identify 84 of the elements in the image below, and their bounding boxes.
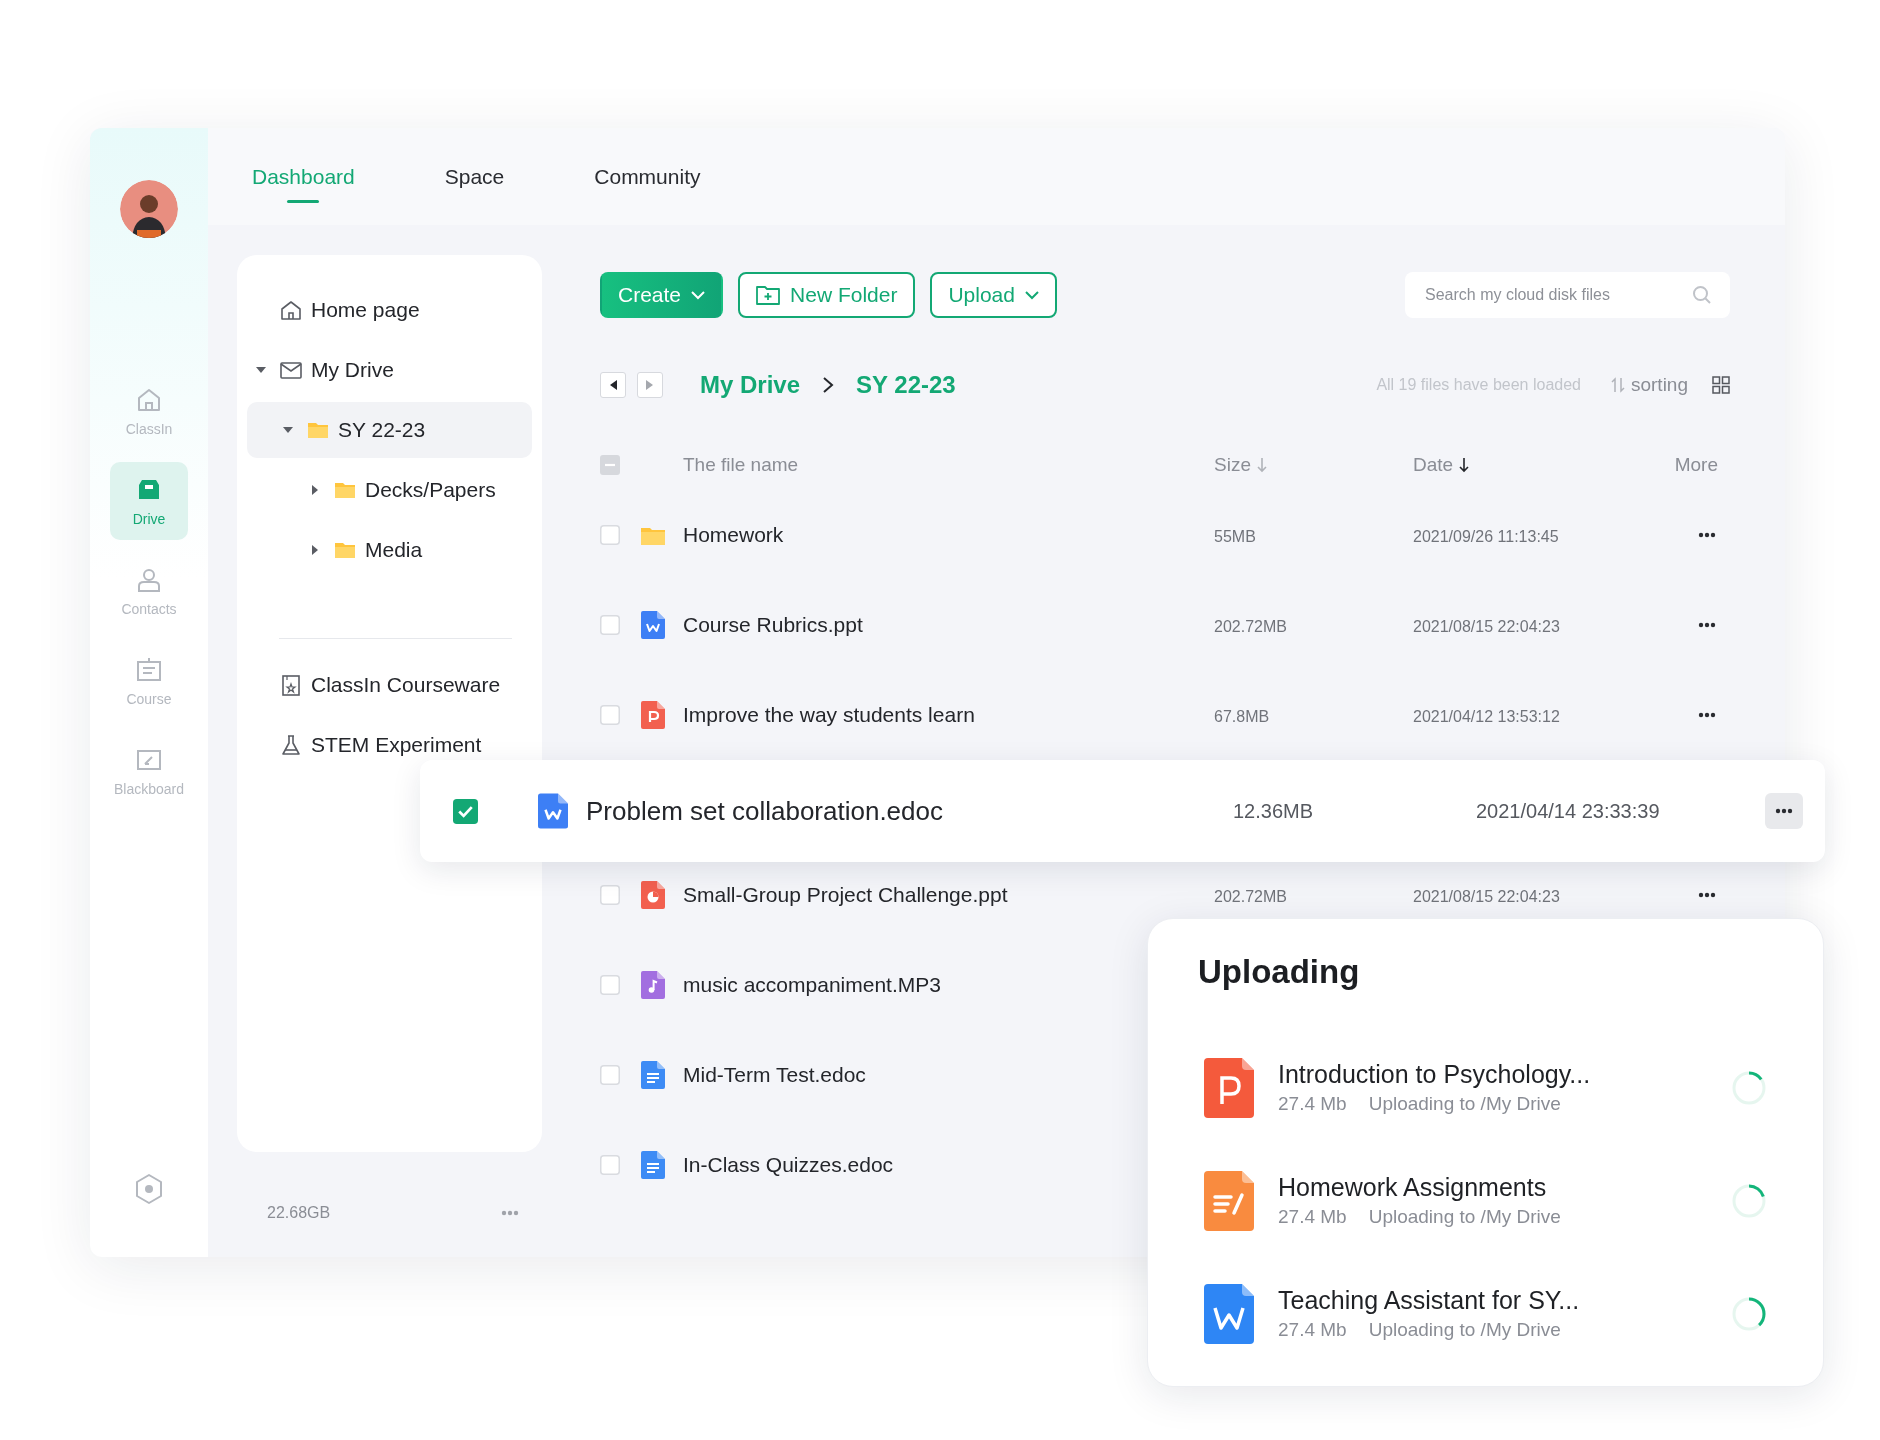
tree-item[interactable]: Media	[247, 520, 532, 580]
upload-destination: Uploading to /My Drive	[1368, 1206, 1561, 1228]
checkbox[interactable]	[600, 705, 620, 725]
upload-file-name: Introduction to Psychology...	[1278, 1060, 1592, 1089]
text-file-icon	[641, 1061, 665, 1089]
grid-view-icon[interactable]	[1712, 376, 1730, 394]
folder-plus-icon	[756, 285, 781, 305]
notes-file-icon	[1204, 1170, 1254, 1231]
chevron-down-icon	[1024, 290, 1039, 300]
slides-icon	[1204, 1057, 1254, 1118]
triangle-right-icon	[645, 379, 655, 391]
upload-destination: Uploading to /My Drive	[1368, 1319, 1561, 1341]
file-name[interactable]: In-Class Quizzes.edoc	[683, 1153, 894, 1177]
more-icon	[1775, 808, 1793, 814]
avatar[interactable]	[120, 180, 178, 238]
document-icon	[538, 793, 568, 829]
tree-item[interactable]: SY 22-23	[247, 402, 532, 458]
upload-file-name: Homework Assignments	[1278, 1173, 1548, 1202]
text-file-icon	[641, 1151, 665, 1179]
more-icon[interactable]	[1698, 892, 1716, 898]
flask-icon	[279, 734, 303, 756]
progress-ring	[1731, 1295, 1767, 1332]
file-name[interactable]: music accompaniment.MP3	[683, 973, 941, 997]
checkbox[interactable]	[600, 525, 620, 545]
book-icon	[279, 674, 303, 696]
file-size: 55MB	[1214, 528, 1256, 545]
more-icon[interactable]	[1698, 712, 1716, 718]
progress-ring	[1731, 1182, 1767, 1219]
settings-icon[interactable]	[134, 1173, 164, 1205]
tab[interactable]: Community	[594, 154, 701, 199]
pie-chart-file-icon	[641, 881, 665, 909]
file-size: 12.36MB	[1233, 799, 1314, 822]
more-button[interactable]	[1765, 793, 1803, 829]
slides-icon	[641, 701, 665, 729]
sort-icon[interactable]	[1610, 377, 1625, 393]
progress-ring	[1731, 1069, 1767, 1106]
document-icon	[1204, 1283, 1254, 1344]
file-name[interactable]: Course Rubrics.ppt	[683, 613, 863, 637]
select-all-checkbox[interactable]	[600, 455, 620, 475]
more-icon[interactable]	[1698, 622, 1716, 628]
file-date: 2021/08/15 22:04:23	[1413, 618, 1560, 635]
triangle-left-icon	[608, 379, 618, 391]
upload-file-name: Teaching Assistant for SY...	[1278, 1286, 1581, 1315]
file-name[interactable]: Improve the way students learn	[683, 703, 975, 727]
chevron-right-icon	[822, 376, 835, 394]
house-icon	[279, 299, 303, 321]
file-name[interactable]: Mid-Term Test.edoc	[683, 1063, 866, 1087]
file-row[interactable]: Problem set collaboration.edoc 12.36MB 2021/04/14 23:33:39	[420, 760, 1825, 862]
checkbox[interactable]	[600, 885, 620, 905]
file-size: 202.72MB	[1214, 618, 1287, 635]
tree-item[interactable]: My Drive	[247, 340, 532, 400]
file-date: 2021/04/14 23:33:39	[1476, 799, 1660, 822]
search-field[interactable]: Search my cloud disk files	[1405, 272, 1730, 318]
search-icon[interactable]	[1692, 285, 1712, 305]
storage-size: 22.68GB	[267, 1204, 331, 1222]
document-icon	[641, 611, 665, 639]
file-date: 2021/08/15 22:04:23	[1413, 888, 1560, 905]
envelope-icon	[279, 359, 303, 381]
upload-size: 27.4 Mb	[1278, 1206, 1347, 1228]
upload-size: 27.4 Mb	[1278, 1093, 1347, 1115]
file-size: 67.8MB	[1214, 708, 1270, 725]
checkbox[interactable]	[600, 1065, 620, 1085]
tree-item[interactable]: Home page	[247, 280, 532, 340]
checkbox[interactable]	[453, 798, 478, 824]
back-button[interactable]	[600, 372, 626, 398]
panel-title: Uploading	[1198, 953, 1361, 991]
file-date: 2021/04/12 13:53:12	[1413, 708, 1560, 725]
checkbox[interactable]	[600, 1155, 620, 1175]
sidebar-item[interactable]: ClassIn Courseware	[247, 655, 532, 715]
tree-item[interactable]: Decks/Papers	[247, 460, 532, 520]
music-file-icon	[641, 971, 665, 999]
checkbox[interactable]	[600, 615, 620, 635]
upload-destination: Uploading to /My Drive	[1368, 1093, 1561, 1115]
upload-size: 27.4 Mb	[1278, 1319, 1347, 1341]
file-name[interactable]: Small-Group Project Challenge.ppt	[683, 883, 1008, 907]
arrow-down-icon[interactable]	[1459, 457, 1470, 473]
chevron-down-icon	[691, 290, 706, 300]
file-name[interactable]: Homework	[683, 523, 784, 547]
tab[interactable]: Space	[444, 154, 505, 199]
file-date: 2021/09/26 11:13:45	[1413, 528, 1559, 545]
file-size: 202.72MB	[1214, 888, 1287, 905]
checkbox[interactable]	[600, 975, 620, 995]
file-name[interactable]: Problem set collaboration.edoc	[586, 795, 943, 827]
more-icon[interactable]	[1698, 532, 1716, 538]
